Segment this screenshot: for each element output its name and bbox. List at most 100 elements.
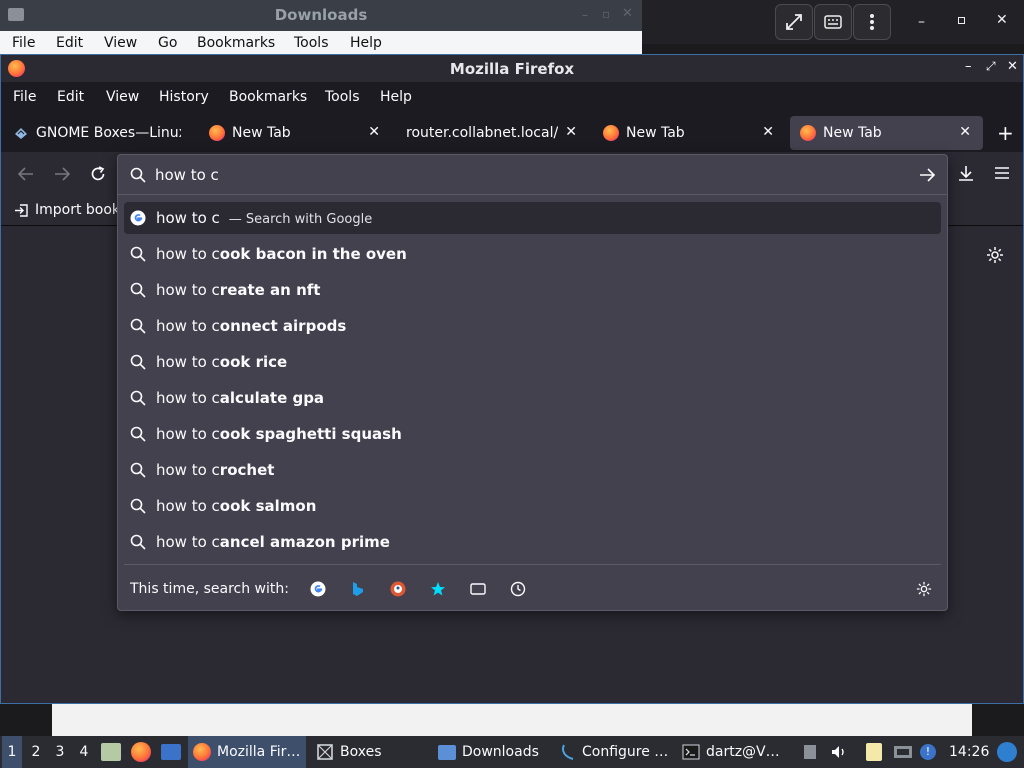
taskbar-item-boxes[interactable]: Boxes <box>316 736 382 768</box>
menu-help[interactable]: Help <box>350 35 382 51</box>
menu-help[interactable]: Help <box>380 89 412 105</box>
restore-icon[interactable]: ⤢ <box>986 59 996 74</box>
bookmarks-search-button[interactable] <box>428 579 448 599</box>
urlbar-input[interactable]: how to c <box>155 166 219 184</box>
firefox-titlebar[interactable]: Mozilla Firefox – ⤢ ✕ <box>1 55 1023 82</box>
result-action: Search with Google <box>245 212 373 227</box>
workspace-2[interactable]: 2 <box>26 736 46 768</box>
eject-icon <box>804 745 816 759</box>
menu-bookmarks[interactable]: Bookmarks <box>229 89 307 105</box>
menu-go[interactable]: Go <box>158 35 177 51</box>
tabs-search-button[interactable] <box>468 579 488 599</box>
history-search-button[interactable] <box>508 579 528 599</box>
keyboard-button[interactable] <box>814 4 852 40</box>
workspace-1[interactable]: 1 <box>2 736 22 768</box>
clock[interactable]: 14:26 <box>949 736 989 768</box>
result-separator: — <box>228 212 242 227</box>
urlbar-dropdown: how to c how to c — Search with Google T… <box>117 154 948 611</box>
search-suggestion[interactable]: how to cook rice <box>124 346 941 378</box>
close-icon[interactable]: ✕ <box>996 12 1008 28</box>
taskbar-item-configure[interactable]: Configure … <box>560 736 668 768</box>
close-tab-icon[interactable]: ✕ <box>565 124 577 140</box>
boxes-header-controls: – ✕ <box>642 0 1024 44</box>
search-settings-button[interactable] <box>914 579 934 599</box>
minimize-icon[interactable]: – <box>582 8 588 22</box>
tab-new-tab-2[interactable]: New Tab ✕ <box>593 116 786 150</box>
tab-label: router.collabnet.local/ <box>406 125 559 141</box>
tab-new-tab-active[interactable]: New Tab ✕ <box>790 116 983 150</box>
workspace-3[interactable]: 3 <box>50 736 70 768</box>
new-tab-plus-icon[interactable]: + <box>997 121 1014 145</box>
menu-edit[interactable]: Edit <box>56 35 83 51</box>
menu-file[interactable]: File <box>13 89 36 105</box>
menu-edit[interactable]: Edit <box>57 89 84 105</box>
search-suggestion[interactable]: how to cook bacon in the oven <box>124 238 941 270</box>
menu-history[interactable]: History <box>159 89 209 105</box>
close-tab-icon[interactable]: ✕ <box>959 124 971 140</box>
suggestion-prefix: how to c <box>156 389 220 407</box>
search-icon <box>130 167 146 183</box>
desktop-launcher[interactable] <box>161 736 181 768</box>
close-tab-icon[interactable]: ✕ <box>368 124 380 140</box>
settings-gear-icon[interactable] <box>986 246 1004 264</box>
search-suggestion[interactable]: how to create an nft <box>124 274 941 306</box>
start-menu-button[interactable] <box>997 736 1017 768</box>
minimize-icon[interactable]: – <box>965 59 972 74</box>
firefox-launcher[interactable] <box>131 736 151 768</box>
reload-icon[interactable] <box>90 166 106 182</box>
search-suggestion[interactable]: how to cook salmon <box>124 490 941 522</box>
menu-button[interactable] <box>853 4 891 40</box>
google-engine-button[interactable] <box>308 579 328 599</box>
import-bookmarks-button[interactable]: Import book <box>14 202 120 218</box>
menu-tools[interactable]: Tools <box>294 35 329 51</box>
taskbar-item-terminal[interactable]: dartz@V… <box>682 736 780 768</box>
menu-file[interactable]: File <box>12 35 35 51</box>
menu-view[interactable]: View <box>104 35 137 51</box>
minimize-icon[interactable]: – <box>918 14 925 30</box>
hamburger-menu-icon[interactable] <box>995 167 1009 179</box>
forward-arrow-icon[interactable] <box>54 167 70 181</box>
menu-view[interactable]: View <box>106 89 139 105</box>
maximize-icon[interactable] <box>958 17 965 24</box>
fullscreen-button[interactable] <box>775 4 813 40</box>
taskbar-item-firefox[interactable]: Mozilla Fir… <box>188 736 306 768</box>
tray-notes[interactable] <box>866 736 882 768</box>
tab-label: New Tab <box>232 125 291 141</box>
downloads-icon[interactable] <box>958 165 974 182</box>
menu-bookmarks[interactable]: Bookmarks <box>197 35 275 51</box>
search-icon <box>130 426 146 442</box>
menu-tools[interactable]: Tools <box>325 89 360 105</box>
search-suggestion[interactable]: how to cancel amazon prime <box>124 526 941 558</box>
search-suggestion[interactable]: how to calculate gpa <box>124 382 941 414</box>
bing-engine-button[interactable] <box>348 579 368 599</box>
maximize-icon[interactable]: ▫ <box>602 7 610 21</box>
urlbar[interactable]: how to c <box>118 155 947 195</box>
search-suggestion[interactable]: how to connect airpods <box>124 310 941 342</box>
duckduckgo-engine-button[interactable] <box>388 579 408 599</box>
back-arrow-icon[interactable] <box>18 167 34 181</box>
tray-network[interactable] <box>893 736 913 768</box>
info-icon: ! <box>920 744 936 760</box>
tab-new-tab-1[interactable]: New Tab ✕ <box>199 116 392 150</box>
search-suggestion[interactable]: how to cook spaghetti squash <box>124 418 941 450</box>
configure-icon <box>562 744 574 760</box>
close-tab-icon[interactable]: ✕ <box>762 124 774 140</box>
tab-router[interactable]: router.collabnet.local/ ✕ <box>396 116 589 150</box>
file-manager-launcher[interactable] <box>101 736 121 768</box>
tray-volume[interactable] <box>831 736 847 768</box>
go-arrow-icon[interactable] <box>919 168 936 182</box>
search-suggestion[interactable]: how to crochet <box>124 454 941 486</box>
tab-gnome-boxes[interactable]: GNOME Boxes—Linux <box>3 116 193 150</box>
workspace-4[interactable]: 4 <box>74 736 94 768</box>
downloads-titlebar[interactable]: Downloads – ▫ ✕ <box>0 0 642 31</box>
tray-eject[interactable] <box>803 736 817 768</box>
suggestion-prefix: how to c <box>156 497 220 515</box>
search-icon <box>130 498 146 514</box>
close-icon[interactable]: ✕ <box>1007 59 1018 74</box>
close-icon[interactable]: ✕ <box>622 6 633 21</box>
result-search-with-google[interactable]: how to c — Search with Google <box>124 202 941 234</box>
taskbar-item-downloads[interactable]: Downloads <box>438 736 539 768</box>
tray-notification[interactable]: ! <box>920 736 936 768</box>
suggestion-completion: ook spaghetti squash <box>219 425 402 443</box>
terminal-icon <box>682 744 700 760</box>
